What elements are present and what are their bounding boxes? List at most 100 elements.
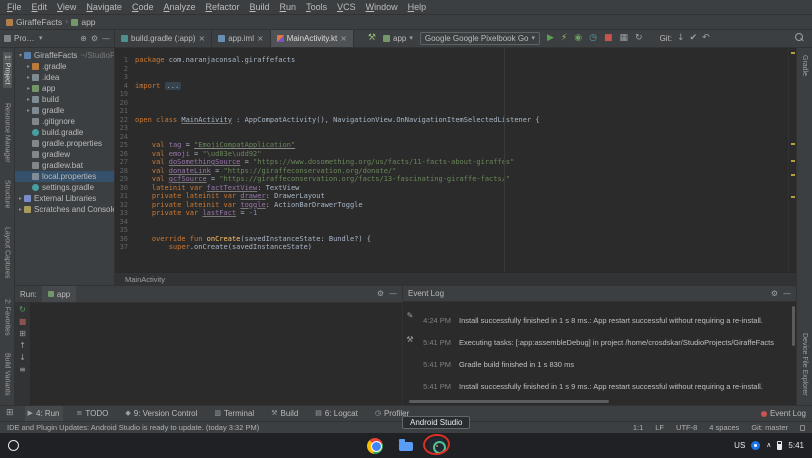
stop-icon[interactable]: ■	[604, 34, 613, 43]
event-log-button[interactable]: Event Log	[761, 409, 806, 418]
menu-view[interactable]: View	[52, 2, 81, 12]
tree-item-scratches-and-consoles[interactable]: ▸Scratches and Consoles	[15, 204, 114, 215]
tree-item-build[interactable]: ▸build	[15, 94, 114, 105]
project-tree[interactable]: ▾GiraffeFacts~/StudioProjects/GiraffeFac…	[15, 48, 115, 285]
rerun-icon[interactable]: ↻	[19, 306, 26, 314]
tool-strip-device-file-explorer[interactable]: Device File Explorer	[800, 330, 809, 399]
menu-analyze[interactable]: Analyze	[158, 2, 200, 12]
device-manager-icon[interactable]: ▦	[620, 34, 629, 43]
scroll-down-icon[interactable]: ↓	[19, 354, 26, 362]
error-stripe[interactable]	[788, 48, 796, 272]
tree-item-gradle[interactable]: ▸.gradle	[15, 61, 114, 72]
tab-app-iml[interactable]: app.iml×	[212, 30, 271, 47]
tool-window-button-9-version-control[interactable]: ◆9: Version Control	[122, 406, 200, 421]
menu-vcs[interactable]: VCS	[332, 2, 361, 12]
event-log-hscrollbar[interactable]	[409, 400, 609, 403]
settings-gear-icon[interactable]: ⚙	[377, 290, 384, 298]
tool-windows-icon[interactable]: ⊞	[6, 409, 14, 418]
menu-run[interactable]: Run	[275, 2, 302, 12]
pin-icon[interactable]: ⊞	[19, 330, 26, 338]
tool-window-button-todo[interactable]: ≡TODO	[74, 406, 112, 421]
tool-window-button-build[interactable]: ⚒Build	[268, 406, 301, 421]
tree-item-settings-gradle[interactable]: settings.gradle	[15, 182, 114, 193]
close-icon[interactable]: ×	[340, 35, 347, 43]
menu-window[interactable]: Window	[361, 2, 403, 12]
run-config-select[interactable]: app▾	[383, 34, 413, 43]
menu-tools[interactable]: Tools	[301, 2, 332, 12]
menu-file[interactable]: File	[2, 2, 27, 12]
tree-item-idea[interactable]: ▸.idea	[15, 72, 114, 83]
tool-window-button-4-run[interactable]: ▶4: Run	[25, 406, 63, 421]
status-message[interactable]: IDE and Plugin Updates: Android Studio i…	[7, 423, 259, 432]
close-icon[interactable]: ×	[257, 35, 264, 43]
tool-window-button-terminal[interactable]: ▥Terminal	[211, 406, 257, 421]
project-panel-title[interactable]: Project	[14, 34, 36, 43]
event-log-scrollbar[interactable]	[792, 306, 795, 346]
tool-strip-gradle[interactable]: Gradle	[800, 52, 809, 79]
stop-icon[interactable]: ■	[19, 318, 27, 326]
tree-item-giraffefacts[interactable]: ▾GiraffeFacts~/StudioProjects/GiraffeFac…	[15, 50, 114, 61]
tree-toggle-icon[interactable]: ▸	[25, 86, 32, 92]
device-select[interactable]: Google Google Pixelbook Go▾	[420, 32, 540, 45]
launcher-icon[interactable]	[8, 440, 19, 451]
scroll-up-icon[interactable]: ↑	[19, 342, 26, 350]
profile-icon[interactable]: ◷	[589, 34, 597, 43]
close-icon[interactable]: ×	[198, 35, 205, 43]
chrome-icon[interactable]	[367, 438, 383, 454]
tool-strip-resource-manager[interactable]: Resource Manager	[3, 100, 12, 166]
tab-build-gradle-app[interactable]: build.gradle (:app)×	[115, 30, 212, 47]
run-tab-app[interactable]: app	[42, 286, 76, 302]
menu-edit[interactable]: Edit	[27, 2, 53, 12]
tool-strip-layout-captures[interactable]: Layout Captures	[3, 224, 12, 281]
editor[interactable]: 1234192021222324252627282930313233343536…	[115, 48, 796, 272]
tree-toggle-icon[interactable]: ▸	[25, 64, 32, 70]
tool-strip-build-variants[interactable]: Build Variants	[3, 350, 12, 399]
chevron-down-icon[interactable]: ▾	[39, 35, 43, 42]
breadcrumb-app[interactable]: app	[71, 17, 95, 27]
status-1-1[interactable]: 1:1	[633, 423, 643, 432]
debug-icon[interactable]: ◉	[574, 34, 582, 43]
apply-changes-icon[interactable]: ⚡	[561, 34, 567, 43]
tree-item-local-properties[interactable]: local.properties	[15, 171, 114, 182]
git-revert-icon[interactable]: ↶	[702, 34, 710, 43]
menu-help[interactable]: Help	[403, 2, 432, 12]
tree-toggle-icon[interactable]: ▸	[25, 97, 32, 103]
menu-code[interactable]: Code	[127, 2, 159, 12]
menu-navigate[interactable]: Navigate	[81, 2, 127, 12]
tree-item-app[interactable]: ▸app	[15, 83, 114, 94]
run-console[interactable]	[31, 303, 402, 405]
status-utf-8[interactable]: UTF-8	[676, 423, 697, 432]
tree-item-external-libraries[interactable]: ▸External Libraries	[15, 193, 114, 204]
tree-toggle-icon[interactable]: ▾	[17, 53, 24, 59]
status-lf[interactable]: LF	[655, 423, 664, 432]
settings-gear-icon[interactable]: ⚙	[771, 290, 778, 298]
gradle-sync-icon[interactable]: ↻	[635, 34, 643, 43]
menu-refactor[interactable]: Refactor	[201, 2, 245, 12]
tree-toggle-icon[interactable]: ▸	[25, 75, 32, 81]
tree-item-gradlew-bat[interactable]: gradlew.bat	[15, 160, 114, 171]
tool-strip-structure[interactable]: Structure	[3, 177, 12, 211]
hide-panel-icon[interactable]: —	[389, 290, 397, 298]
settings-gear-icon[interactable]: ⚙	[91, 35, 98, 43]
tool-window-button-6-logcat[interactable]: ▤6: Logcat	[312, 406, 361, 421]
build-hammer-icon[interactable]: ⚒	[368, 34, 376, 43]
tab-mainactivity-kt[interactable]: MainActivity.kt×	[271, 30, 354, 47]
search-button[interactable]	[795, 33, 804, 44]
locate-icon[interactable]: ⊕	[80, 35, 87, 43]
tree-toggle-icon[interactable]: ▸	[17, 196, 24, 202]
tree-toggle-icon[interactable]: ▸	[25, 108, 32, 114]
console-settings-icon[interactable]: ≡	[19, 366, 26, 374]
tree-item-gradlew[interactable]: gradlew	[15, 149, 114, 160]
tree-item-gradle-properties[interactable]: gradle.properties	[15, 138, 114, 149]
breadcrumb-item[interactable]: MainActivity	[125, 275, 165, 284]
files-icon[interactable]	[398, 438, 414, 454]
git-update-icon[interactable]: ↓	[677, 34, 685, 43]
tree-item-build-gradle[interactable]: build.gradle	[15, 127, 114, 138]
hide-panel-icon[interactable]: —	[783, 290, 791, 298]
system-tray[interactable]: US ∧ 5:41	[734, 441, 804, 450]
run-icon[interactable]: ▶	[547, 34, 554, 43]
hide-panel-icon[interactable]: —	[102, 35, 110, 43]
menu-build[interactable]: Build	[245, 2, 275, 12]
tool-strip-1-project[interactable]: 1: Project	[3, 52, 12, 88]
code-lines[interactable]: package com.naranjaconsal.giraffefacts i…	[131, 48, 796, 272]
